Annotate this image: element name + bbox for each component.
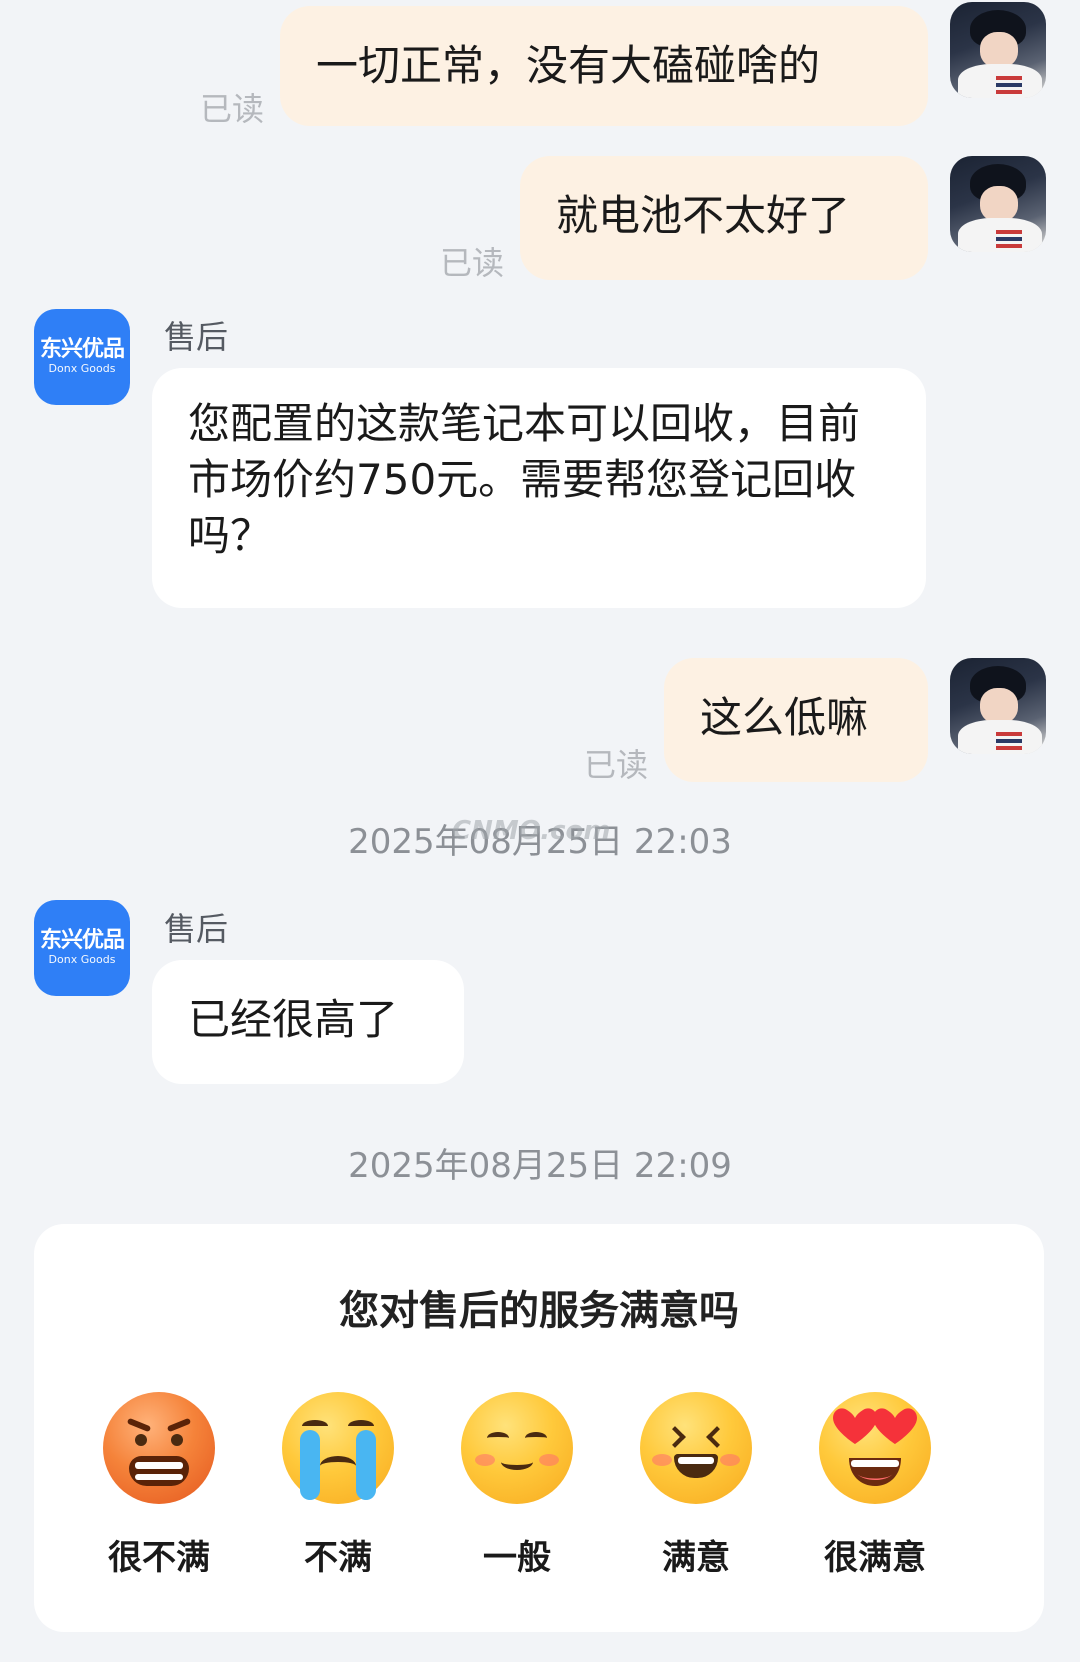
- chat-timestamp: 2025年08月25日 22:09: [348, 1146, 732, 1186]
- heart-eyes-face-icon: [819, 1392, 931, 1504]
- message-text: 就电池不太好了: [556, 191, 851, 240]
- rating-label: 不满: [304, 1538, 372, 1578]
- rating-label: 一般: [483, 1538, 551, 1578]
- service-avatar[interactable]: 东兴优品 Donx Goods: [34, 309, 130, 405]
- read-status: 已读: [440, 244, 505, 282]
- satisfaction-survey-card: 您对售后的服务满意吗 很不满 不满 一般 满意 很满意: [34, 1224, 1044, 1632]
- rating-label: 很满意: [824, 1538, 926, 1578]
- watermark-logo: CNMO.com: [452, 816, 611, 846]
- rating-label: 满意: [662, 1538, 730, 1578]
- rating-option-satisfied[interactable]: 满意: [621, 1392, 771, 1579]
- rating-option-neutral[interactable]: 一般: [442, 1392, 592, 1579]
- message-text: 这么低嘛: [700, 693, 869, 742]
- rating-option-very-dissatisfied[interactable]: 很不满: [84, 1392, 234, 1579]
- rating-option-dissatisfied[interactable]: 不满: [263, 1392, 413, 1579]
- read-status: 已读: [200, 90, 265, 128]
- service-brand-logo: 东兴优品: [39, 928, 125, 953]
- smiling-face-icon: [461, 1392, 573, 1504]
- service-avatar[interactable]: 东兴优品 Donx Goods: [34, 900, 130, 996]
- message-text: 您配置的这款笔记本可以回收，目前市场价约750元。需要帮您登记回收吗？: [188, 399, 861, 560]
- rating-option-very-satisfied[interactable]: 很满意: [800, 1392, 950, 1579]
- message-bubble-me[interactable]: 这么低嘛: [664, 658, 928, 782]
- crying-face-icon: [282, 1392, 394, 1504]
- grinning-squint-face-icon: [640, 1392, 752, 1504]
- message-bubble-service[interactable]: 已经很高了: [152, 960, 464, 1084]
- read-status: 已读: [584, 746, 649, 784]
- sender-name: 售后: [164, 910, 229, 948]
- message-text: 一切正常，没有大磕碰啥的: [316, 41, 821, 90]
- service-brand-sub: Donx Goods: [48, 362, 116, 375]
- user-avatar[interactable]: [950, 658, 1046, 754]
- service-brand-logo: 东兴优品: [39, 337, 125, 362]
- survey-title: 您对售后的服务满意吗: [339, 1288, 739, 1334]
- message-bubble-me[interactable]: 一切正常，没有大磕碰啥的: [280, 6, 928, 126]
- message-bubble-service[interactable]: 您配置的这款笔记本可以回收，目前市场价约750元。需要帮您登记回收吗？: [152, 368, 926, 608]
- rating-label: 很不满: [108, 1538, 210, 1578]
- service-brand-sub: Donx Goods: [48, 953, 116, 966]
- message-text: 已经很高了: [188, 995, 399, 1044]
- angry-face-icon: [103, 1392, 215, 1504]
- user-avatar[interactable]: [950, 2, 1046, 98]
- sender-name: 售后: [164, 318, 229, 356]
- message-bubble-me[interactable]: 就电池不太好了: [520, 156, 928, 280]
- user-avatar[interactable]: [950, 156, 1046, 252]
